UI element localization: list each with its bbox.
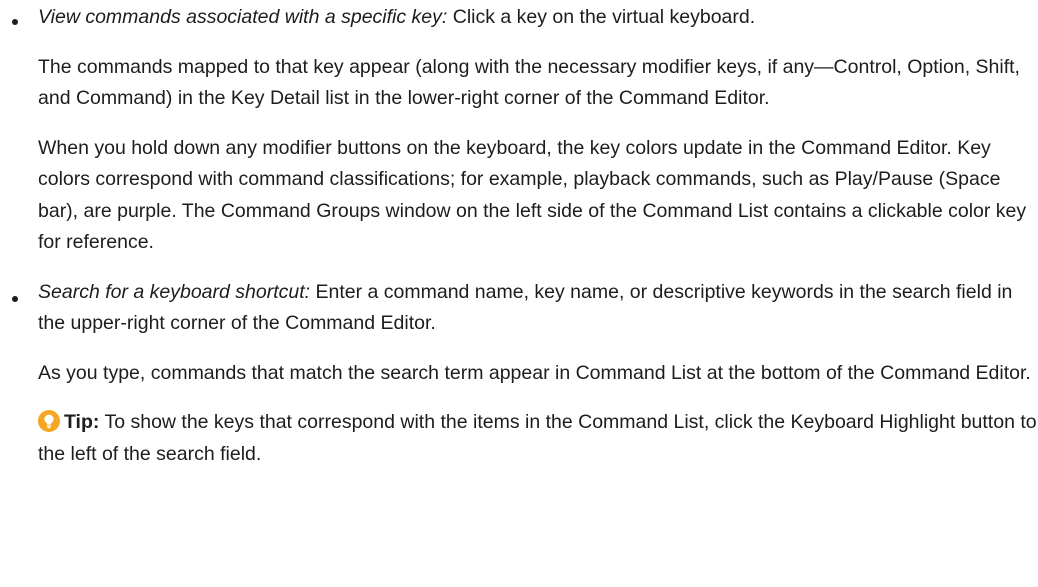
document-body: View commands associated with a specific… [0, 0, 1038, 470]
lightbulb-icon [38, 410, 60, 432]
item-lead: Search for a keyboard shortcut: Enter a … [38, 277, 1038, 340]
list-item-view-commands: View commands associated with a specific… [0, 0, 1038, 259]
bullet-list: View commands associated with a specific… [0, 0, 1038, 470]
item-term: View commands associated with a specific… [38, 6, 448, 28]
item-paragraph: The commands mapped to that key appear (… [38, 55, 1020, 110]
bullet-dot [12, 295, 18, 302]
tip-note: Tip: To show the keys that correspond wi… [38, 407, 1038, 470]
bullet-dot [12, 19, 18, 25]
tip-label: Tip: [64, 411, 100, 433]
tip-text: To show the keys that correspond with th… [38, 411, 1037, 465]
item-term: Search for a keyboard shortcut: [38, 280, 311, 303]
item-paragraph: When you hold down any modifier buttons … [38, 136, 1027, 254]
item-lead: View commands associated with a specific… [38, 2, 1038, 34]
list-item-search-shortcut: Search for a keyboard shortcut: Enter a … [0, 277, 1038, 471]
item-lead-text: Click a key on the virtual keyboard. [447, 6, 756, 28]
item-paragraph: As you type, commands that match the sea… [38, 361, 1031, 384]
